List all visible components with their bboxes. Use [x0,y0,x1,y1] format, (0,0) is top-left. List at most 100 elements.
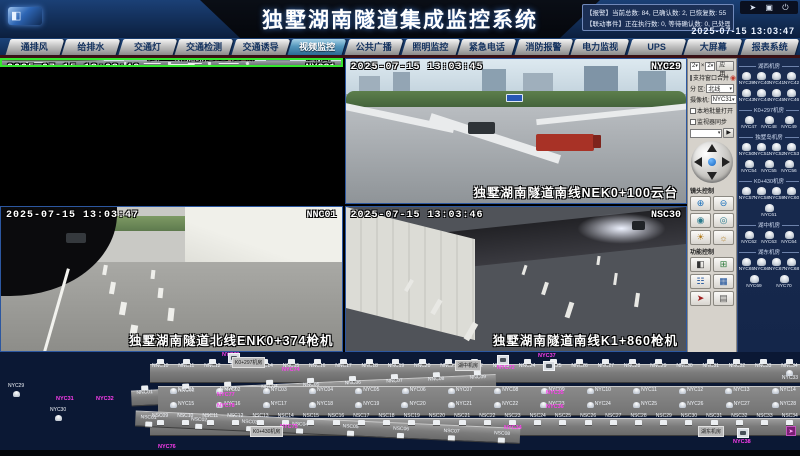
cursor-icon[interactable]: ➤ [749,4,756,12]
menu-tab[interactable]: 交通检测 [177,39,231,55]
map-camera[interactable]: NSC28 [630,414,646,425]
menu-tab[interactable]: UPS [630,39,684,55]
camera-item[interactable]: NYC57 [740,187,754,201]
map-camera[interactable]: NNC18 [362,359,378,370]
map-camera[interactable]: NNC24 [519,359,535,370]
map-camera[interactable]: NNC32 [729,359,745,370]
camera-item[interactable]: NYC70 [777,275,791,289]
record-icon[interactable]: ◉ [730,74,736,82]
map-camera[interactable]: NYC22 [494,402,518,408]
camera-item[interactable]: NYC40 [755,72,769,86]
map-camera[interactable]: NYC08 [494,388,518,394]
camera-item[interactable]: NYC47 [742,116,756,130]
camera-item[interactable]: NYC60 [785,187,799,201]
map-camera[interactable]: NYC33 [782,370,798,383]
map-camera[interactable]: NSC30 [681,414,697,425]
map-camera[interactable]: NNC33 [755,359,771,370]
map-camera[interactable]: NYC17 [263,402,287,408]
preset-select[interactable]: ▾ [690,129,722,138]
map-camera[interactable]: NNC01 [136,385,153,396]
menu-tab[interactable]: 通排风 [8,39,62,55]
apply-button[interactable]: 应用 [716,61,734,71]
camera-item[interactable]: NYC42 [785,72,799,86]
map-camera[interactable]: NSC26 [580,414,596,425]
map-camera[interactable]: NSC19 [404,414,420,425]
display-icon[interactable]: ▣ [765,4,773,12]
map-camera[interactable]: NYC12 [679,388,703,394]
pan-right-icon[interactable] [722,157,730,167]
camera-item[interactable]: NYC46 [785,89,799,103]
map-camera[interactable]: NSC21 [454,414,470,425]
power-icon[interactable]: ⏻ [782,4,788,12]
menu-tab[interactable]: 公共广播 [347,39,401,55]
video-tile-nyc31[interactable]: 2025-07-15 13:03:46 NYC31 独墅湖南隧道北线K2+290… [0,58,343,67]
map-camera[interactable]: NYC15 [170,402,194,408]
camera-item[interactable]: NYC52 [770,143,784,157]
pan-down-icon[interactable] [707,172,717,180]
preset-grid-icon[interactable]: ☷ [690,274,711,289]
map-cursor-icon[interactable]: ➤ [786,426,796,436]
map-camera[interactable]: NNC11 [178,359,194,370]
video-tile-nnc01[interactable]: 2025-07-15 13:03:47 NNC01 独墅湖南隧道北线ENK0+3… [0,206,343,352]
zoom-out-icon[interactable]: ⊖ [713,196,734,211]
camera-item[interactable]: NYC51 [755,143,769,157]
merge-window-checkbox[interactable] [690,75,692,81]
map-camera[interactable]: NSC06 [393,427,410,438]
map-camera[interactable]: NSC18 [378,414,394,425]
menu-tab[interactable]: 视频监控 [290,39,344,55]
highlighted-camera-label[interactable]: NYC37 [538,353,556,359]
box-camera-icon[interactable] [497,355,509,365]
highlighted-camera-label[interactable]: NYC76 [158,444,176,450]
map-camera[interactable]: NSC25 [555,414,571,425]
camera-item[interactable]: NYC39 [740,72,754,86]
zone-select[interactable]: 北线▾ [706,84,734,93]
map-camera[interactable]: NNC31 [703,359,719,370]
map-camera[interactable]: NYC05 [355,388,379,394]
focus-near-icon[interactable]: ◉ [690,213,711,228]
highlighted-camera-label[interactable]: NYC35 [546,390,564,396]
camera-item[interactable]: NYC58 [755,187,769,201]
map-camera[interactable]: NSC31 [706,414,722,425]
camera-item[interactable]: NYC65 [740,258,754,272]
menu-tab[interactable]: 电力监视 [573,39,627,55]
video-tile-nyc29[interactable]: 2025-07-15 13:03:45 NYC29 独墅湖南隧道南线NEK0+1… [345,58,688,204]
zoom-in-icon[interactable]: ⊕ [690,196,711,211]
map-camera[interactable]: NYC18 [309,402,333,408]
iris-open-icon[interactable]: ☀ [690,230,711,245]
map-camera[interactable]: NNC29 [650,359,666,370]
highlighted-camera-label[interactable]: NYC74 [282,367,300,373]
map-camera[interactable]: NSC29 [656,414,672,425]
map-camera[interactable]: NYC04 [309,388,333,394]
map-camera[interactable]: NYC11 [633,388,657,394]
map-camera[interactable]: NSC02 [191,418,208,429]
map-camera[interactable]: NNC34 [781,359,797,370]
box-camera-icon[interactable] [543,361,555,371]
menu-tab[interactable]: 紧急电话 [460,39,514,55]
map-camera[interactable]: NYC10 [587,388,611,394]
highlighted-camera-label[interactable]: NYC77 [217,392,235,398]
camera-item[interactable]: NYC69 [747,275,761,289]
highlighted-camera-label[interactable]: NYC31 [56,396,74,402]
map-camera[interactable]: NSC34 [782,414,798,425]
layout-cols-select[interactable]: 2▾ [690,62,700,71]
zoom-area-icon[interactable]: ⊞ [713,257,734,272]
map-camera[interactable]: NSC23 [504,414,520,425]
camera-item[interactable]: NYC50 [740,143,754,157]
camera-item[interactable]: NYC68 [785,258,799,272]
menu-tab[interactable]: 照明监控 [404,39,458,55]
video-tile-nsc30[interactable]: 2025-07-15 13:03:46 NSC30 独墅湖南隧道南线K1+860… [345,206,688,352]
pan-left-icon[interactable] [694,157,702,167]
pointer-icon[interactable]: ➤ [690,291,711,306]
highlighted-camera-label[interactable]: NYC78 [217,403,235,409]
map-camera[interactable]: NYC25 [633,402,657,408]
map-camera[interactable]: NNC08 [428,372,445,383]
ptz-joystick[interactable] [691,141,733,183]
map-camera[interactable]: NYC20 [401,402,425,408]
map-camera[interactable]: NSC24 [530,414,546,425]
camera-item[interactable]: NYC63 [762,231,776,245]
map-camera[interactable]: NSC01 [140,415,157,426]
camera-item[interactable]: NYC59 [770,187,784,201]
map-camera[interactable]: NSC32 [731,414,747,425]
menu-tab[interactable]: 交通诱导 [234,39,288,55]
map-camera[interactable]: NYC06 [402,388,426,394]
